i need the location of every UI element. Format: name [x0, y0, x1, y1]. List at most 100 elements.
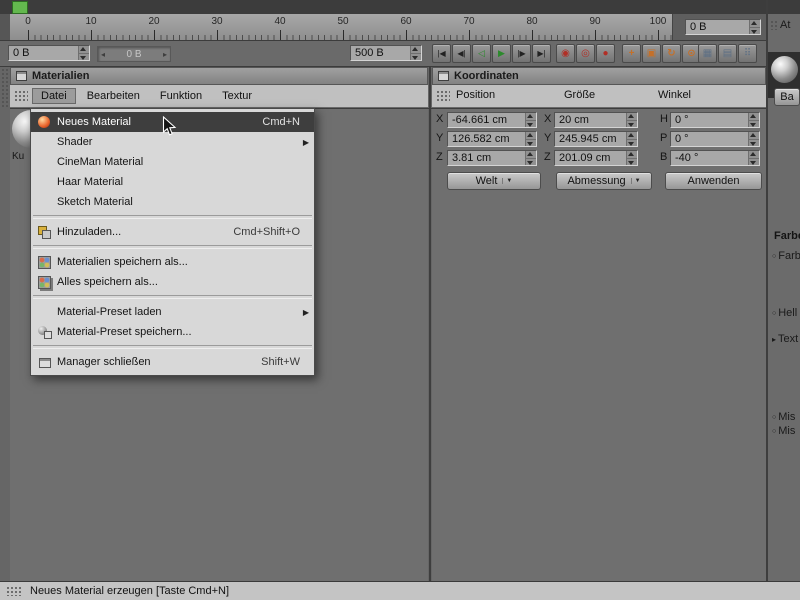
palette-grip[interactable]	[1, 68, 9, 108]
current-frame-field[interactable]: 0 B	[8, 45, 90, 61]
position-y-stepper[interactable]	[525, 132, 536, 146]
menu-separator	[33, 245, 312, 249]
end-frame-stepper[interactable]	[410, 46, 421, 60]
scrub-right-icon[interactable]: ▸	[163, 50, 167, 59]
dimension-value: Abmessung	[567, 175, 626, 187]
angle-h-stepper[interactable]	[748, 113, 759, 127]
angle-h-value: 0 °	[675, 114, 689, 126]
record-settings-button[interactable]: ●	[596, 44, 615, 63]
size-x-stepper[interactable]	[626, 113, 637, 127]
ruler-tick-50: 50	[337, 16, 349, 27]
timeline-max-stepper[interactable]	[749, 20, 760, 34]
quantize-toggle-button[interactable]: ⠿	[738, 44, 757, 63]
current-frame-value: 0 B	[13, 47, 30, 59]
timeline-ruler[interactable]: 0 10 20 30 40 50 60 70 80 90 100	[10, 14, 672, 40]
attribute-panel-header[interactable]: At	[770, 19, 790, 31]
size-z-field[interactable]: 201.09 cm	[554, 150, 638, 166]
coordinate-system-dropdown[interactable]: Welt ▼	[447, 172, 541, 190]
menu-item-manager-schließen[interactable]: Manager schließen Shift+W	[31, 352, 314, 372]
menu-item-alles-speichern-als[interactable]: Alles speichern als...	[31, 272, 314, 292]
position-z-stepper[interactable]	[525, 151, 536, 165]
ruler-tick-80: 80	[526, 16, 538, 27]
size-x-field[interactable]: 20 cm	[554, 112, 638, 128]
expand-arrow-icon: ▸	[772, 335, 777, 344]
record-keyframe-button[interactable]: ◉	[556, 44, 575, 63]
ruler-tick-0: 0	[25, 16, 31, 27]
position-x-field[interactable]: -64.661 cm	[447, 112, 537, 128]
snap-toggle-button[interactable]: ▦	[698, 44, 717, 63]
angle-h-field[interactable]: 0 °	[670, 112, 760, 128]
coordinates-grip[interactable]	[436, 90, 450, 102]
coordinates-row-2: Z 3.81 cm Z 201.09 cm B -40 °	[432, 150, 766, 166]
menu-item-cineman-material[interactable]: CineMan Material	[31, 152, 314, 172]
position-z-field[interactable]: 3.81 cm	[447, 150, 537, 166]
coordinates-panel-header[interactable]: Koordinaten	[432, 67, 766, 85]
menu-item-hinzuladen[interactable]: Hinzuladen... Cmd+Shift+O	[31, 222, 314, 242]
angle-p-field[interactable]: 0 °	[670, 131, 760, 147]
keyframe-rotation-toggle-button[interactable]: ↻	[662, 44, 681, 63]
attr-item-hell[interactable]: ○ Hell	[772, 307, 797, 319]
attr-item-mis-1[interactable]: ○ Mis	[772, 411, 795, 423]
coordinates-row-1: Y 126.582 cm Y 245.945 cm P 0 °	[432, 131, 766, 147]
go-to-end-button[interactable]: ▶|	[532, 44, 551, 63]
coordinates-buttons-row: Welt ▼ Abmessung ▼ Anwenden	[432, 172, 766, 192]
timeline-playhead[interactable]	[12, 1, 28, 14]
previous-key-button[interactable]: ◀|	[452, 44, 471, 63]
play-forwards-button[interactable]: ▶	[492, 44, 511, 63]
coordinate-system-value: Welt	[475, 175, 498, 187]
basis-tab-button[interactable]: Ba	[774, 88, 800, 106]
menu-textur[interactable]: Textur	[213, 88, 261, 104]
menu-funktion[interactable]: Funktion	[151, 88, 211, 104]
menu-item-material-preset-speichern[interactable]: Material-Preset speichern...	[31, 322, 314, 342]
panel-window-icon	[438, 71, 449, 81]
menu-item-material-preset-laden[interactable]: Material-Preset laden ▶	[31, 302, 314, 322]
menu-item-materialien-speichern-als[interactable]: Materialien speichern als...	[31, 252, 314, 272]
keyframe-position-toggle-button[interactable]: +	[622, 44, 641, 63]
menu-item-shortcut: Cmd+N	[262, 116, 300, 128]
frame-scrubber[interactable]: ◂ 0 B ▸	[97, 46, 171, 62]
angle-b-stepper[interactable]	[748, 151, 759, 165]
statusbar-grip[interactable]	[6, 586, 22, 596]
color-section-label[interactable]: Farbe	[774, 230, 800, 242]
size-y-stepper[interactable]	[626, 132, 637, 146]
angle-b-value: -40 °	[675, 152, 699, 164]
attr-item-text[interactable]: ▸ Text	[772, 333, 798, 345]
next-frame-button[interactable]: |▶	[512, 44, 531, 63]
panel-window-icon	[16, 71, 27, 81]
angle-p-stepper[interactable]	[748, 132, 759, 146]
timeline-key-track[interactable]	[0, 0, 800, 15]
menubar-grip[interactable]	[14, 90, 28, 102]
materials-menubar: Datei Bearbeiten Funktion Textur	[10, 85, 428, 108]
menu-item-haar-material[interactable]: Haar Material	[31, 172, 314, 192]
size-z-stepper[interactable]	[626, 151, 637, 165]
grid-toggle-button[interactable]: ▤	[718, 44, 737, 63]
apply-button[interactable]: Anwenden	[665, 172, 762, 190]
menu-bearbeiten[interactable]: Bearbeiten	[78, 88, 149, 104]
autokeying-button[interactable]: ◎	[576, 44, 595, 63]
blank-icon	[37, 135, 52, 149]
scrub-left-icon[interactable]: ◂	[101, 50, 105, 59]
keyframe-scale-toggle-button[interactable]: ▣	[642, 44, 661, 63]
position-y-field[interactable]: 126.582 cm	[447, 131, 537, 147]
end-frame-field[interactable]: 500 B	[350, 45, 422, 61]
angle-p-value: 0 °	[675, 133, 689, 145]
attribute-panel-title: At	[780, 19, 791, 31]
column-groesse: Größe	[564, 89, 596, 101]
previous-frame-button[interactable]: ◁	[472, 44, 491, 63]
angle-b-field[interactable]: -40 °	[670, 150, 760, 166]
go-to-start-button[interactable]: |◀	[432, 44, 451, 63]
attr-item-mis-2[interactable]: ○ Mis	[772, 425, 795, 437]
timeline-max-field[interactable]: 0 B	[685, 19, 761, 35]
size-y-label: Y	[544, 132, 552, 144]
blank-icon	[37, 175, 52, 189]
position-x-stepper[interactable]	[525, 113, 536, 127]
attribute-grip[interactable]	[770, 20, 778, 30]
panel-splitter[interactable]	[429, 67, 431, 581]
menu-item-sketch-material[interactable]: Sketch Material	[31, 192, 314, 212]
dimension-dropdown[interactable]: Abmessung ▼	[556, 172, 652, 190]
size-y-field[interactable]: 245.945 cm	[554, 131, 638, 147]
attr-item-farb[interactable]: ○ Farb	[772, 250, 800, 262]
current-frame-stepper[interactable]	[78, 46, 89, 60]
materials-panel-header[interactable]: Materialien	[10, 67, 428, 85]
menu-datei[interactable]: Datei	[32, 88, 76, 104]
